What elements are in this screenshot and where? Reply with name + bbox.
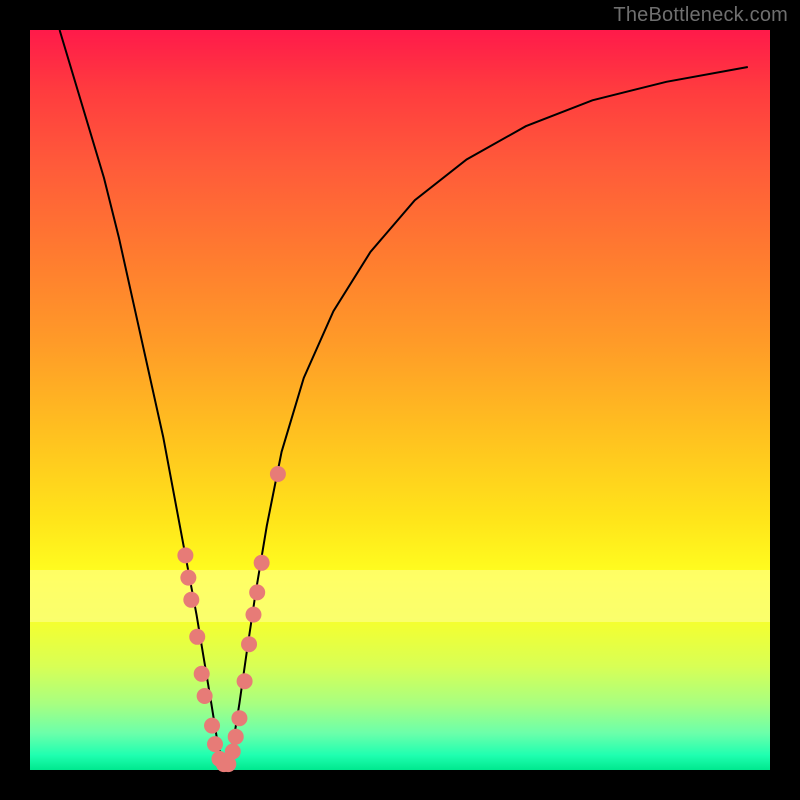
highlight-dot <box>231 710 247 726</box>
highlight-dot <box>180 570 196 586</box>
highlight-dot <box>207 736 223 752</box>
highlight-dot <box>183 592 199 608</box>
highlight-dot <box>204 718 220 734</box>
highlight-dot <box>237 673 253 689</box>
chart-svg <box>30 30 770 770</box>
highlight-dot <box>225 744 241 760</box>
highlight-dot <box>245 607 261 623</box>
highlight-dot <box>254 555 270 571</box>
highlight-dot <box>241 636 257 652</box>
chart-frame: TheBottleneck.com <box>0 0 800 800</box>
highlight-dot <box>270 466 286 482</box>
bottleneck-curve <box>60 30 748 763</box>
watermark-text: TheBottleneck.com <box>613 4 788 27</box>
highlight-dot <box>177 547 193 563</box>
highlight-dot <box>189 629 205 645</box>
highlight-dot <box>194 666 210 682</box>
highlight-dot <box>197 688 213 704</box>
highlight-dot <box>228 729 244 745</box>
plot-area <box>30 30 770 770</box>
highlight-dot <box>249 584 265 600</box>
